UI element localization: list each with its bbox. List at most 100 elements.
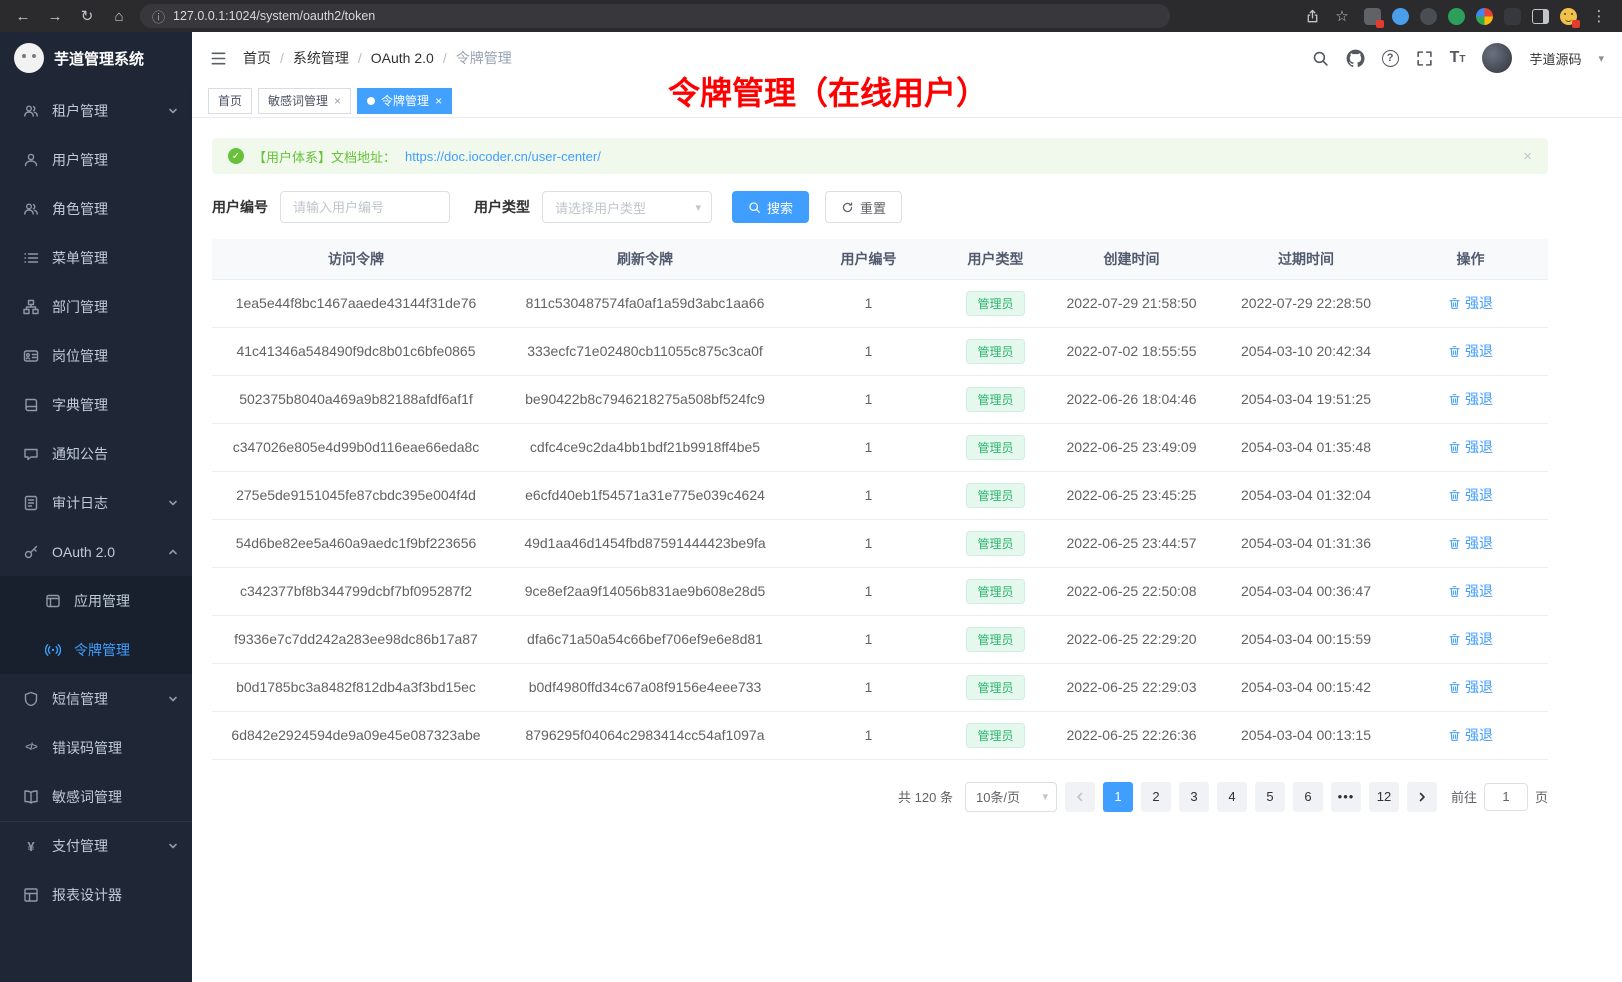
force-logout-button[interactable]: 强退 bbox=[1448, 389, 1493, 409]
share-icon[interactable] bbox=[1305, 9, 1320, 24]
fullscreen-icon[interactable] bbox=[1416, 50, 1433, 67]
address-bar[interactable]: ⓘ 127.0.0.1:1024/system/oauth2/token bbox=[140, 4, 1170, 28]
sidebar-item-post[interactable]: 岗位管理 bbox=[0, 331, 192, 380]
user-type-label: 用户类型 bbox=[474, 197, 530, 217]
github-icon[interactable] bbox=[1346, 49, 1365, 68]
app-logo-row[interactable]: 芋道管理系统 bbox=[0, 32, 192, 84]
browser-back-icon[interactable]: ← bbox=[12, 5, 34, 27]
user-type-cell: 管理员 bbox=[947, 471, 1044, 519]
tab-token[interactable]: 令牌管理 × bbox=[357, 88, 452, 114]
prev-page-button[interactable] bbox=[1065, 782, 1095, 812]
sidebar-item-dict[interactable]: 字典管理 bbox=[0, 380, 192, 429]
sidebar-item-label: 短信管理 bbox=[52, 689, 156, 709]
sidebar-item-report-designer[interactable]: 报表设计器 bbox=[0, 870, 192, 919]
page-button[interactable]: 3 bbox=[1179, 782, 1209, 812]
sidebar-item-errcode[interactable]: </> 错误码管理 bbox=[0, 723, 192, 772]
sidebar-item-oauth-token[interactable]: 令牌管理 bbox=[0, 625, 192, 674]
expire-time-cell: 2054-03-04 01:32:04 bbox=[1219, 471, 1393, 519]
browser-forward-icon[interactable]: → bbox=[44, 5, 66, 27]
tab-home[interactable]: 首页 bbox=[208, 88, 252, 114]
user-type-badge: 管理员 bbox=[966, 627, 1024, 652]
sidebar-item-audit-log[interactable]: 审计日志 bbox=[0, 478, 192, 527]
sidebar-item-menu[interactable]: 菜单管理 bbox=[0, 233, 192, 282]
extension-icon-6[interactable] bbox=[1504, 8, 1521, 25]
user-type-badge: 管理员 bbox=[966, 435, 1024, 460]
close-icon[interactable]: × bbox=[1523, 148, 1532, 165]
sidebar-item-label: 租户管理 bbox=[52, 101, 156, 121]
chat-bubble-icon bbox=[22, 445, 40, 463]
extension-icon-5[interactable] bbox=[1476, 8, 1493, 25]
bookmark-star-icon[interactable]: ☆ bbox=[1331, 5, 1353, 27]
id-card-icon bbox=[22, 347, 40, 365]
force-logout-button[interactable]: 强退 bbox=[1448, 677, 1493, 697]
create-time-cell: 2022-06-25 22:26:36 bbox=[1044, 711, 1219, 759]
reset-button[interactable]: 重置 bbox=[825, 191, 902, 223]
sidebar-item-notice[interactable]: 通知公告 bbox=[0, 429, 192, 478]
alert-doc-link[interactable]: https://doc.iocoder.cn/user-center/ bbox=[405, 149, 601, 164]
page-button[interactable]: 1 bbox=[1103, 782, 1133, 812]
breadcrumb-oauth[interactable]: OAuth 2.0 bbox=[371, 50, 434, 66]
window-icon bbox=[44, 592, 62, 610]
user-id-input[interactable] bbox=[280, 191, 450, 223]
browser-menu-icon[interactable]: ⋮ bbox=[1588, 5, 1610, 27]
close-icon[interactable]: × bbox=[334, 95, 341, 107]
page-size-select[interactable]: 10条/页 ▾ bbox=[965, 782, 1057, 812]
profile-avatar-icon[interactable] bbox=[1560, 8, 1577, 25]
actions-cell: 强退 bbox=[1393, 711, 1548, 759]
browser-reload-icon[interactable]: ↻ bbox=[76, 5, 98, 27]
sidebar-item-label: 用户管理 bbox=[52, 150, 178, 170]
side-panel-icon[interactable] bbox=[1532, 9, 1549, 24]
refresh-token-cell: 49d1aa46d1454fbd87591444423be9fa bbox=[500, 519, 790, 567]
sidebar-item-dept[interactable]: 部门管理 bbox=[0, 282, 192, 331]
force-logout-button[interactable]: 强退 bbox=[1448, 581, 1493, 601]
sidebar-item-role[interactable]: 角色管理 bbox=[0, 184, 192, 233]
tab-sensitive-word[interactable]: 敏感词管理 × bbox=[258, 88, 351, 114]
user-type-badge: 管理员 bbox=[966, 339, 1024, 364]
font-size-icon[interactable]: TT bbox=[1450, 49, 1466, 67]
force-logout-button[interactable]: 强退 bbox=[1448, 485, 1493, 505]
user-type-select[interactable]: 请选择用户类型 ▾ bbox=[542, 191, 712, 223]
refresh-token-cell: be90422b8c7946218275a508bf524fc9 bbox=[500, 375, 790, 423]
extension-icon-4[interactable] bbox=[1448, 8, 1465, 25]
breadcrumb-system[interactable]: 系统管理 bbox=[293, 48, 349, 68]
user-name[interactable]: 芋道源码 bbox=[1529, 49, 1581, 68]
sidebar-collapse-icon[interactable] bbox=[210, 50, 227, 67]
page-button[interactable]: 4 bbox=[1217, 782, 1247, 812]
page-button[interactable]: 5 bbox=[1255, 782, 1285, 812]
extension-icon-1[interactable] bbox=[1364, 8, 1381, 25]
chevron-down-icon[interactable]: ▾ bbox=[1598, 52, 1604, 65]
sidebar-item-oauth-app[interactable]: 应用管理 bbox=[0, 576, 192, 625]
force-logout-button[interactable]: 强退 bbox=[1448, 341, 1493, 361]
site-info-icon[interactable]: ⓘ bbox=[152, 7, 165, 26]
force-logout-button[interactable]: 强退 bbox=[1448, 725, 1493, 745]
sidebar-item-user[interactable]: 用户管理 bbox=[0, 135, 192, 184]
page-button[interactable]: 2 bbox=[1141, 782, 1171, 812]
force-logout-button[interactable]: 强退 bbox=[1448, 629, 1493, 649]
force-logout-button[interactable]: 强退 bbox=[1448, 437, 1493, 457]
page-button[interactable]: 12 bbox=[1369, 782, 1399, 812]
browser-home-icon[interactable]: ⌂ bbox=[108, 5, 130, 27]
extension-icon-3[interactable] bbox=[1420, 8, 1437, 25]
code-icon: </> bbox=[22, 739, 40, 757]
more-pages-button[interactable]: ••• bbox=[1331, 782, 1361, 812]
sidebar-item-sms[interactable]: 短信管理 bbox=[0, 674, 192, 723]
tab-bar: 首页 敏感词管理 × 令牌管理 × bbox=[192, 84, 1622, 118]
next-page-button[interactable] bbox=[1407, 782, 1437, 812]
extension-icon-2[interactable] bbox=[1392, 8, 1409, 25]
goto-page-input[interactable] bbox=[1484, 783, 1528, 811]
access-token-cell: 275e5de9151045fe87cbdc395e004f4d bbox=[212, 471, 500, 519]
sidebar-item-tenant[interactable]: 租户管理 bbox=[0, 86, 192, 135]
extension-badge bbox=[1376, 20, 1384, 28]
user-avatar[interactable] bbox=[1482, 43, 1512, 73]
close-icon[interactable]: × bbox=[435, 95, 442, 107]
search-button[interactable]: 搜索 bbox=[732, 191, 809, 223]
sidebar-item-sensitive-word[interactable]: 敏感词管理 bbox=[0, 772, 192, 821]
breadcrumb-home[interactable]: 首页 bbox=[243, 48, 271, 68]
force-logout-button[interactable]: 强退 bbox=[1448, 533, 1493, 553]
sidebar-item-pay[interactable]: ¥ 支付管理 bbox=[0, 821, 192, 870]
page-button[interactable]: 6 bbox=[1293, 782, 1323, 812]
sidebar-item-oauth[interactable]: OAuth 2.0 bbox=[0, 527, 192, 576]
search-icon[interactable] bbox=[1312, 50, 1329, 67]
force-logout-button[interactable]: 强退 bbox=[1448, 293, 1493, 313]
help-icon[interactable]: ? bbox=[1382, 50, 1399, 67]
